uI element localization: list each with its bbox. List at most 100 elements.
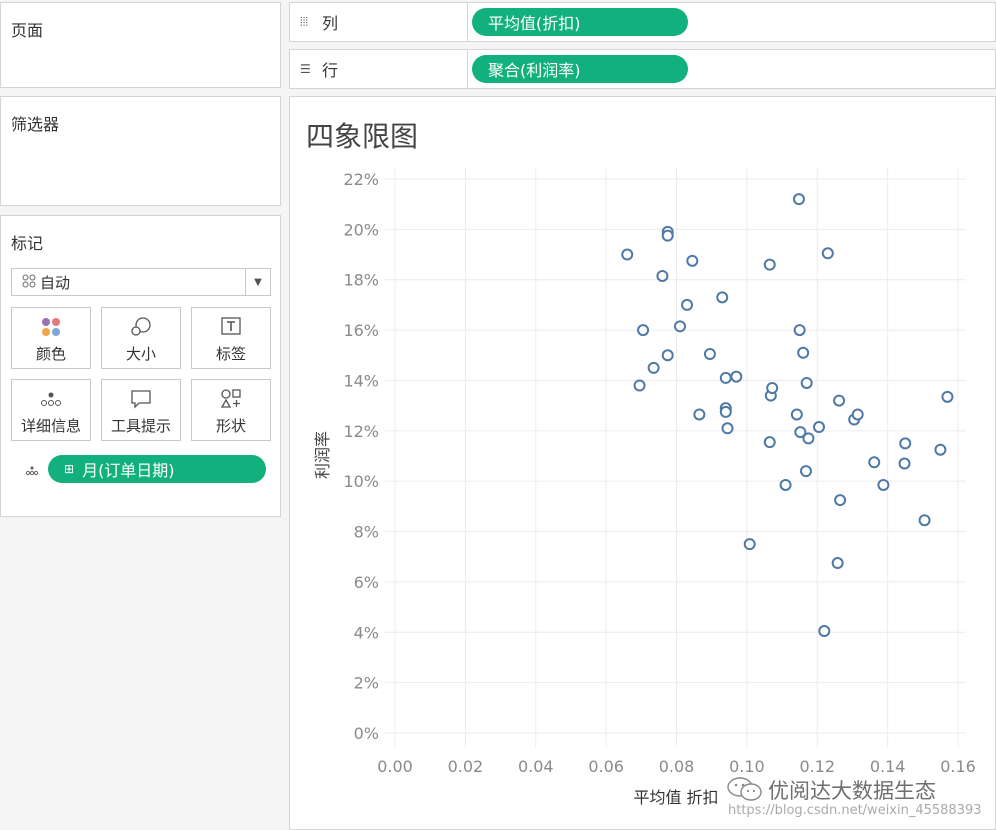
rows-label-text: 行 — [322, 61, 339, 80]
month-order-date-pill[interactable]: ⊞ 月(订单日期) — [48, 455, 266, 483]
scatter-point[interactable] — [813, 421, 826, 434]
scatter-point[interactable] — [851, 408, 864, 421]
pages-card: 页面 — [0, 2, 281, 88]
y-axis-ticks: 0% 2% 4% 6% 8% 10% 12% 14% 16% 18% 20% 22% — [343, 170, 379, 743]
columns-shelf-label: ⦙⦙⦙ 列 — [290, 3, 468, 41]
y-tick-label: 4% — [354, 623, 379, 642]
scatter-point[interactable] — [898, 457, 911, 470]
avg-discount-pill[interactable]: 平均值(折扣) — [472, 8, 688, 36]
detail-button[interactable]: 详细信息 — [11, 379, 91, 441]
scatter-point[interactable] — [719, 371, 732, 384]
y-tick-label: 18% — [343, 271, 379, 290]
x-tick-label: 0.02 — [448, 757, 484, 776]
y-tick-label: 14% — [343, 371, 379, 390]
filters-card: 筛选器 — [0, 96, 281, 206]
y-tick-label: 16% — [343, 321, 379, 340]
tooltip-button[interactable]: 工具提示 — [101, 379, 181, 441]
scatter-point[interactable] — [766, 382, 779, 395]
y-axis-label: 利润率 — [313, 431, 332, 479]
scatter-chart[interactable]: 0% 2% 4% 6% 8% 10% 12% 14% 16% 18% 20% 22% 0.00 0.02… — [290, 97, 995, 829]
scatter-point[interactable] — [833, 394, 846, 407]
scatter-point[interactable] — [831, 557, 844, 570]
scatter-point[interactable] — [790, 408, 803, 421]
detail-field-icon — [25, 462, 39, 481]
scatter-point[interactable] — [633, 379, 646, 392]
marks-card: 标记 自动 ▼ 颜色 大小 标签 详细信息 工具提示 形状 ⊞ 月(订单日期) — [0, 215, 281, 517]
mark-type-value: 自动 — [40, 273, 71, 292]
scatter-point[interactable] — [721, 422, 734, 435]
scatter-point[interactable] — [797, 346, 810, 359]
pages-title: 页面 — [11, 21, 44, 40]
columns-icon: ⦙⦙⦙ — [300, 14, 309, 29]
scatter-point[interactable] — [763, 436, 776, 449]
scatter-point[interactable] — [800, 376, 813, 389]
shape-button[interactable]: 形状 — [191, 379, 271, 441]
scatter-point[interactable] — [730, 370, 743, 383]
scatter-point[interactable] — [637, 324, 650, 337]
scatter-point[interactable] — [656, 269, 669, 282]
y-tick-label: 12% — [343, 422, 379, 441]
scatter-point[interactable] — [834, 494, 847, 507]
expand-plus-icon[interactable]: ⊞ — [64, 462, 74, 476]
agg-profit-ratio-label: 聚合(利润率) — [488, 61, 581, 80]
y-tick-label: 20% — [343, 220, 379, 239]
scatter-point[interactable] — [681, 298, 694, 311]
tooltip-icon — [102, 388, 180, 410]
size-button[interactable]: 大小 — [101, 307, 181, 369]
month-order-date-label: 月(订单日期) — [82, 461, 175, 480]
scatter-point[interactable] — [674, 320, 687, 333]
chart-grid — [385, 167, 966, 747]
scatter-point[interactable] — [877, 478, 890, 491]
columns-label-text: 列 — [322, 14, 339, 33]
scatter-point[interactable] — [743, 538, 756, 551]
x-tick-label: 0.00 — [377, 757, 413, 776]
rows-shelf: ☰ 行 聚合(利润率) — [289, 49, 996, 89]
rows-shelf-label: ☰ 行 — [290, 50, 468, 88]
label-label: 标签 — [215, 345, 246, 363]
y-tick-label: 10% — [343, 472, 379, 491]
scatter-point[interactable] — [661, 349, 674, 362]
mark-type-select[interactable]: 自动 ▼ — [11, 268, 271, 296]
detail-icon — [12, 388, 90, 410]
color-label: 颜色 — [35, 345, 66, 363]
label-button[interactable]: 标签 — [191, 307, 271, 369]
chevron-down-icon[interactable]: ▼ — [245, 269, 270, 295]
scatter-point[interactable] — [661, 229, 674, 242]
scatter-point[interactable] — [686, 254, 699, 267]
watermark-brand: 优阅达大数据生态 — [768, 779, 936, 803]
scatter-point[interactable] — [716, 291, 729, 304]
rows-icon: ☰ — [300, 62, 311, 76]
marks-title: 标记 — [11, 234, 44, 253]
worksheet-view: 四象限图 0% 2% 4% 6% 8% 10% 12% 14% 16% 18% 20% 22% 0.0… — [289, 96, 996, 830]
scatter-point[interactable] — [793, 324, 806, 337]
scatter-point[interactable] — [934, 443, 947, 456]
watermark-url: https://blog.csdn.net/weixin_45588393 — [728, 803, 982, 818]
scatter-point[interactable] — [799, 465, 812, 478]
scatter-point[interactable] — [763, 258, 776, 271]
scatter-point[interactable] — [941, 390, 954, 403]
scatter-point[interactable] — [802, 432, 815, 445]
scatter-point[interactable] — [779, 478, 792, 491]
scatter-point[interactable] — [647, 361, 660, 374]
y-tick-label: 8% — [354, 523, 379, 542]
agg-profit-ratio-pill[interactable]: 聚合(利润率) — [472, 55, 688, 83]
tooltip-label: 工具提示 — [110, 417, 171, 435]
scatter-point[interactable] — [792, 193, 805, 206]
scatter-point[interactable] — [703, 348, 716, 361]
color-button[interactable]: 颜色 — [11, 307, 91, 369]
scatter-point[interactable] — [821, 247, 834, 260]
y-tick-label: 2% — [354, 674, 379, 693]
size-icon — [102, 316, 180, 338]
shape-label: 形状 — [215, 417, 246, 435]
scatter-point[interactable] — [818, 625, 831, 638]
scatter-point[interactable] — [918, 514, 931, 527]
x-axis-label: 平均值 折扣 — [633, 788, 718, 807]
scatter-points — [621, 193, 954, 638]
scatter-point[interactable] — [693, 408, 706, 421]
detail-label: 详细信息 — [20, 417, 81, 435]
scatter-point[interactable] — [719, 405, 732, 418]
scatter-point[interactable] — [621, 248, 634, 261]
size-label: 大小 — [125, 345, 156, 363]
scatter-point[interactable] — [899, 437, 912, 450]
scatter-point[interactable] — [868, 456, 881, 469]
